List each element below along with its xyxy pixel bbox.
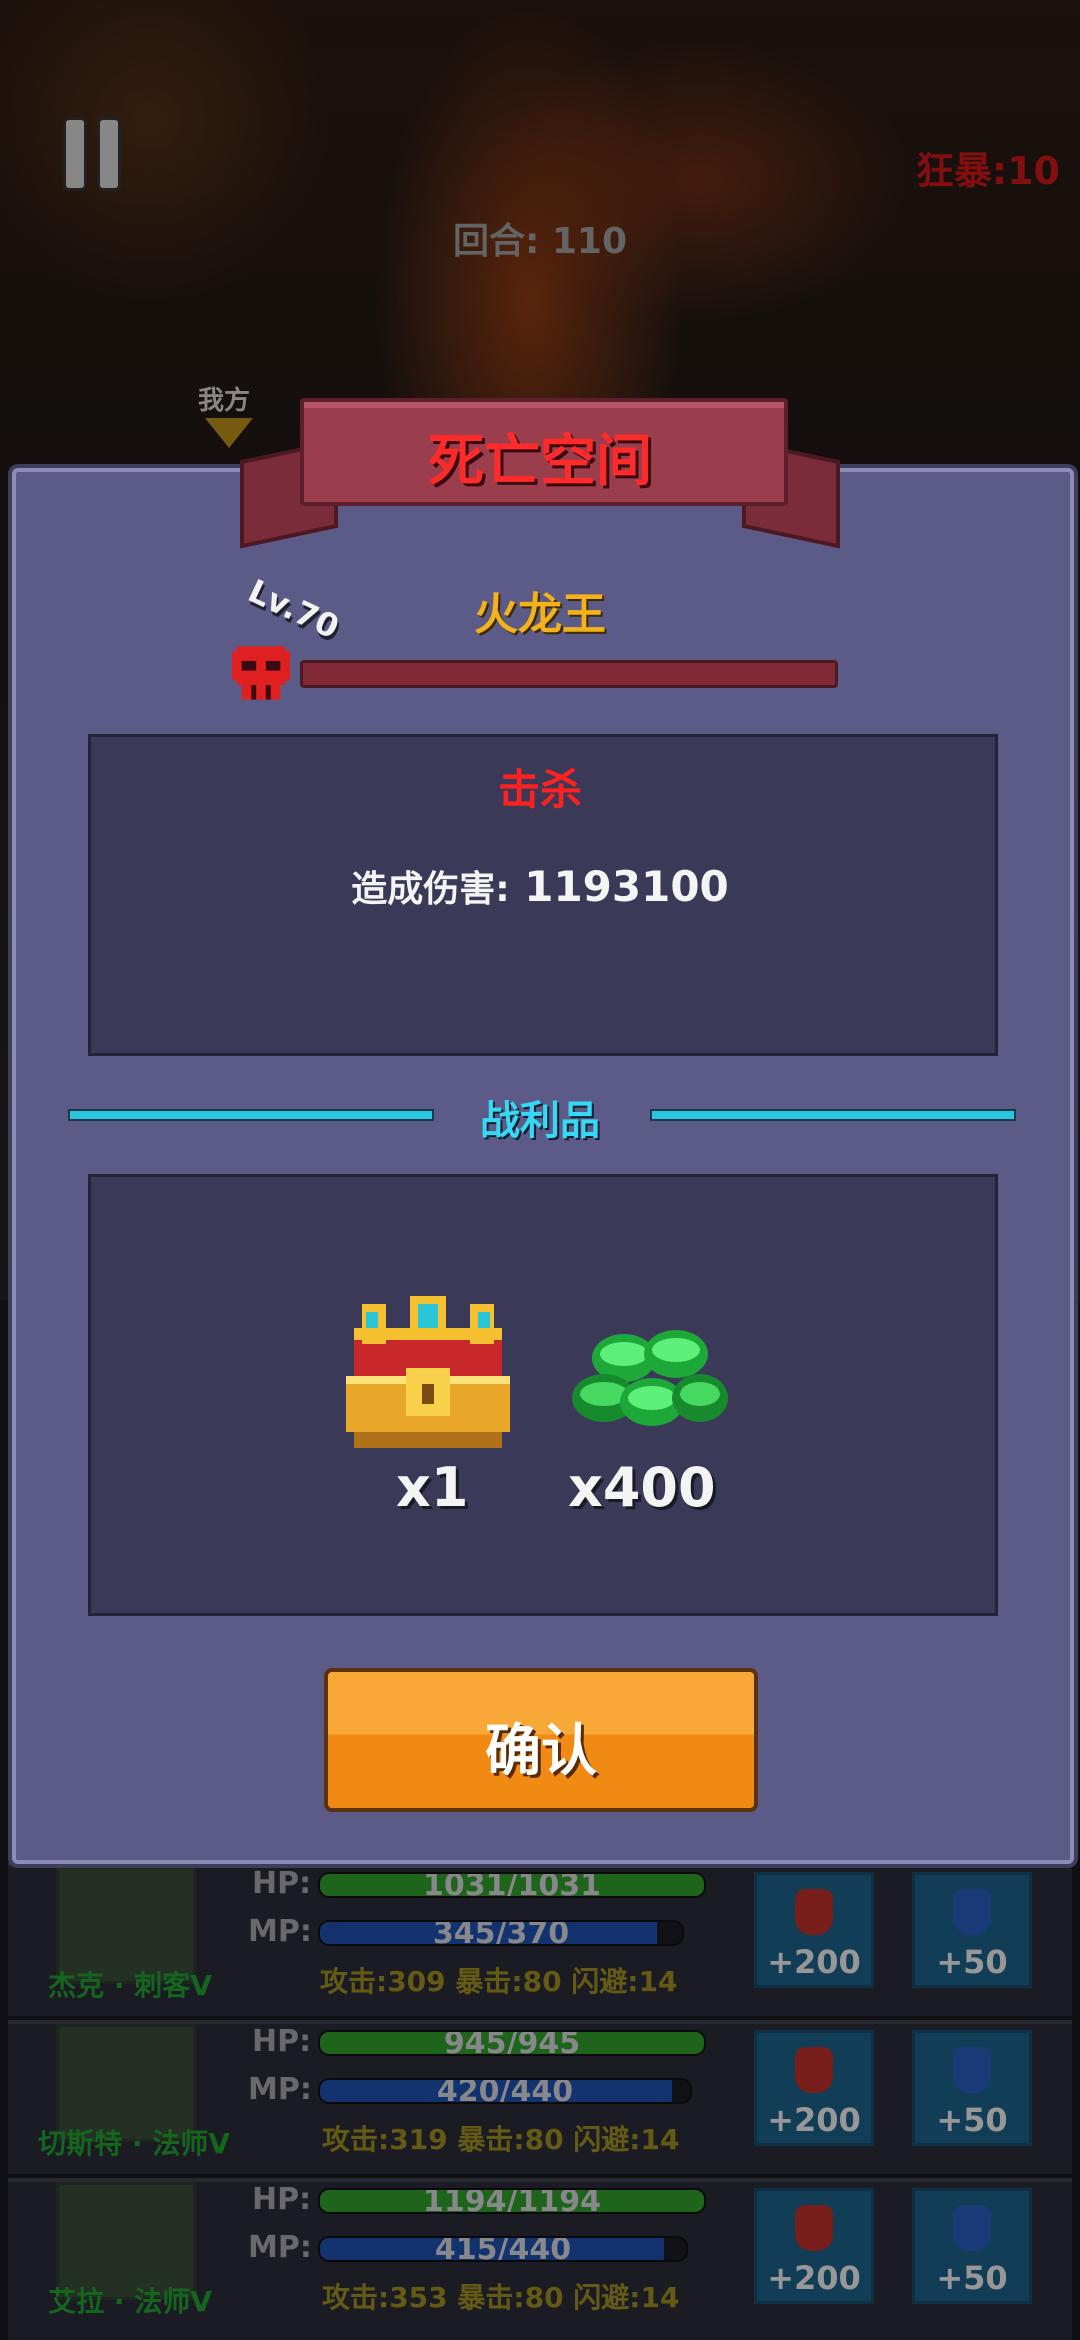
confirm-button[interactable]: 确认 xyxy=(324,1668,758,1812)
result-status: 击杀 xyxy=(497,765,582,814)
skull-icon xyxy=(232,646,290,700)
green-gem-pile-icon[interactable] xyxy=(572,1318,728,1438)
treasure-chest-icon[interactable] xyxy=(346,1296,510,1456)
confirm-label: 确认 xyxy=(485,1719,597,1784)
loot-title: 战利品 xyxy=(480,1098,600,1144)
loot-box xyxy=(88,1174,998,1616)
loot-count-gems: x400 xyxy=(568,1456,716,1519)
damage-summary: 造成伤害: 1193100 xyxy=(0,860,1080,912)
dialog-title: 死亡空间 xyxy=(428,429,652,494)
damage-label: 造成伤害: xyxy=(351,869,510,910)
boss-hp-bar xyxy=(300,660,838,688)
boss-name: 火龙王 xyxy=(474,589,606,640)
damage-value: 1193100 xyxy=(524,862,729,911)
loot-count-chest: x1 xyxy=(396,1456,469,1519)
title-banner: 死亡空间 xyxy=(240,398,840,549)
